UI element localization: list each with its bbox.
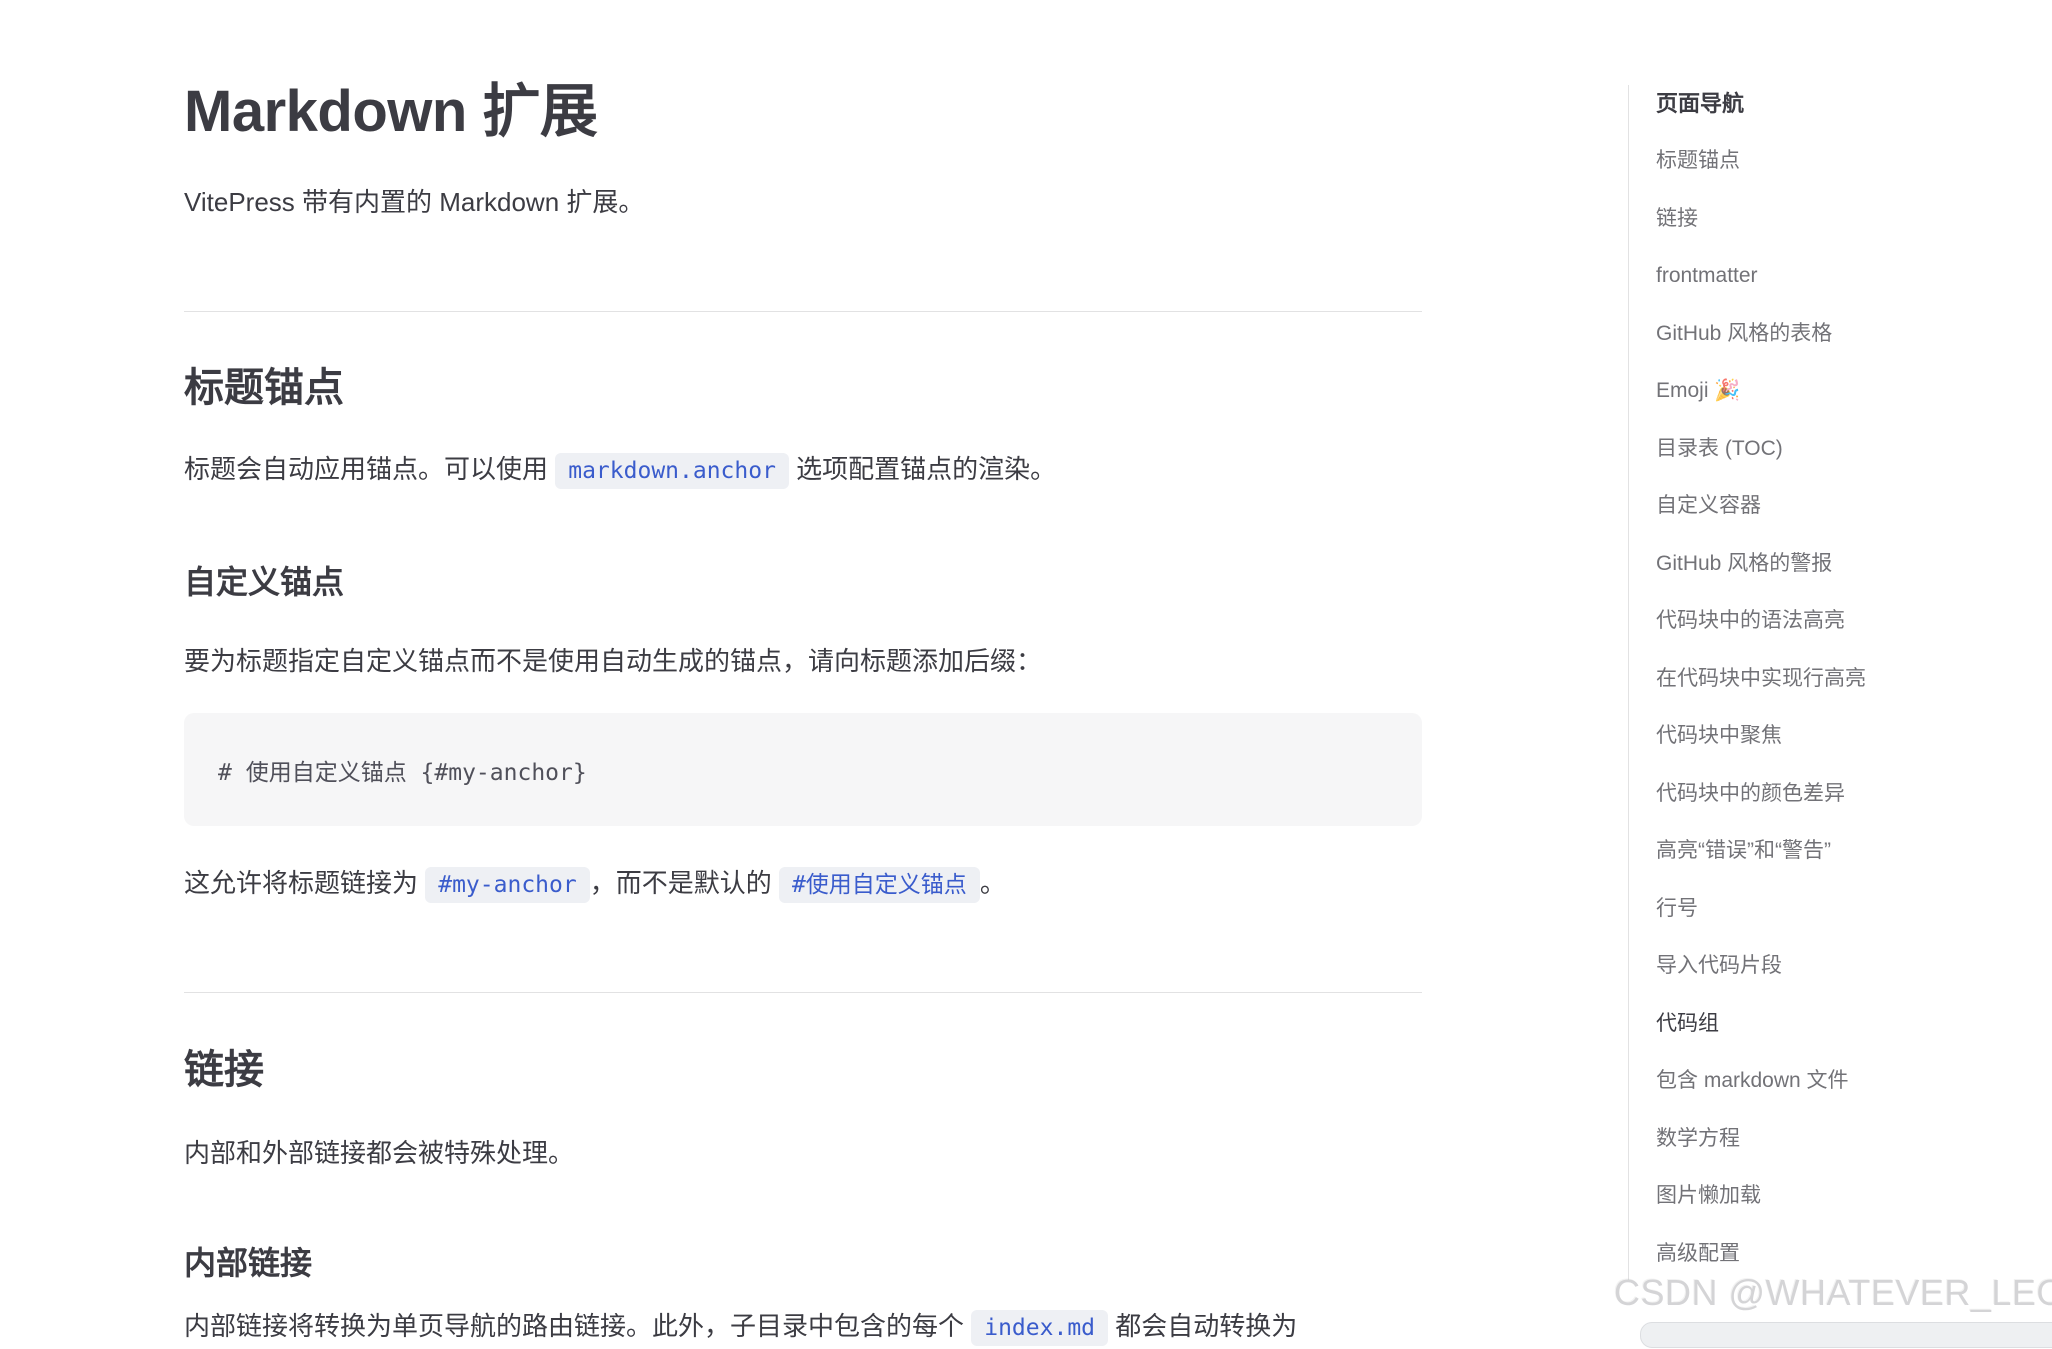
code-block-content: # 使用自定义锚点 {#my-anchor} bbox=[218, 753, 587, 787]
outline-item: 代码块中的语法高亮 bbox=[1656, 592, 2052, 650]
page-title: Markdown 扩展 bbox=[184, 76, 1422, 148]
outline-item: 目录表 (TOC) bbox=[1656, 420, 2052, 478]
outline-link[interactable]: GitHub 风格的警报 bbox=[1656, 535, 2052, 593]
outline-item: 链接 bbox=[1656, 190, 2052, 248]
outline-item: 导入代码片段 bbox=[1656, 937, 2052, 995]
custom-anchors-paragraph: 要为标题指定自定义锚点而不是使用自动生成的锚点，请向标题添加后缀： bbox=[184, 640, 1422, 682]
outline-link[interactable]: 导入代码片段 bbox=[1656, 937, 2052, 995]
heading-custom-anchors: 自定义锚点 bbox=[184, 560, 1422, 604]
outline-item: 代码块中的颜色差异 bbox=[1656, 765, 2052, 823]
code-block[interactable]: # 使用自定义锚点 {#my-anchor} bbox=[184, 713, 1422, 826]
inline-code-link[interactable]: markdown.anchor bbox=[555, 453, 789, 489]
outline-title: 页面导航 bbox=[1656, 85, 2052, 123]
outline-item: 代码组 bbox=[1656, 995, 2052, 1053]
watermark: CSDN @WHATEVER_LEO bbox=[1614, 1272, 2052, 1314]
text-run: 都会自动转换为 bbox=[1108, 1311, 1297, 1341]
outline-link[interactable]: 代码块中聚焦 bbox=[1656, 707, 2052, 765]
outline-item: 包含 markdown 文件 bbox=[1656, 1052, 2052, 1110]
outline-link[interactable]: 标题锚点 bbox=[1656, 132, 2052, 190]
intro-paragraph: VitePress 带有内置的 Markdown 扩展。 bbox=[184, 182, 1422, 222]
outline-link[interactable]: 高亮“错误”和“警告” bbox=[1656, 822, 2052, 880]
outline-link[interactable]: 链接 bbox=[1656, 190, 2052, 248]
outline-link[interactable]: GitHub 风格的表格 bbox=[1656, 305, 2052, 363]
internal-links-paragraph: 内部链接将转换为单页导航的路由链接。此外，子目录中包含的每个 index.md … bbox=[184, 1305, 1422, 1349]
outline-link[interactable]: 代码块中的语法高亮 bbox=[1656, 592, 2052, 650]
outline-link[interactable]: 包含 markdown 文件 bbox=[1656, 1052, 2052, 1110]
outline-link[interactable]: 在代码块中实现行高亮 bbox=[1656, 650, 2052, 708]
inline-code-default-anchor: #使用自定义锚点 bbox=[779, 867, 980, 903]
text-run: 选项配置锚点的渲染。 bbox=[789, 454, 1056, 484]
outline-item: GitHub 风格的警报 bbox=[1656, 535, 2052, 593]
text-run: 。 bbox=[980, 868, 1006, 898]
outline-link[interactable]: 代码组 bbox=[1656, 995, 2052, 1053]
heading-links: 链接 bbox=[184, 1044, 1422, 1096]
outline-link[interactable]: 代码块中的颜色差异 bbox=[1656, 765, 2052, 823]
outline-item: GitHub 风格的表格 bbox=[1656, 305, 2052, 363]
outline-link[interactable]: 目录表 (TOC) bbox=[1656, 420, 2052, 478]
heading-internal-links: 内部链接 bbox=[184, 1241, 1422, 1285]
outline-item: 在代码块中实现行高亮 bbox=[1656, 650, 2052, 708]
page-outline: 页面导航 标题锚点链接frontmatterGitHub 风格的表格Emoji … bbox=[1628, 85, 2052, 1282]
anchors-paragraph: 标题会自动应用锚点。可以使用 markdown.anchor 选项配置锚点的渲染… bbox=[184, 448, 1422, 492]
outline-list: 标题锚点链接frontmatterGitHub 风格的表格Emoji 🎉目录表 … bbox=[1656, 132, 2052, 1282]
outline-link[interactable]: frontmatter bbox=[1656, 247, 2052, 305]
links-paragraph: 内部和外部链接都会被特殊处理。 bbox=[184, 1132, 1422, 1174]
outline-link[interactable]: Emoji 🎉 bbox=[1656, 362, 2052, 420]
text-run: 这允许将标题链接为 bbox=[184, 868, 425, 898]
outline-item: 图片懒加载 bbox=[1656, 1167, 2052, 1225]
outline-item: 代码块中聚焦 bbox=[1656, 707, 2052, 765]
outline-item: 标题锚点 bbox=[1656, 132, 2052, 190]
outline-link[interactable]: 行号 bbox=[1656, 880, 2052, 938]
section-divider bbox=[184, 311, 1422, 312]
heading-anchors: 标题锚点 bbox=[184, 362, 1422, 414]
text-run: 内部链接将转换为单页导航的路由链接。此外，子目录中包含的每个 bbox=[184, 1311, 971, 1341]
text-run: 标题会自动应用锚点。可以使用 bbox=[184, 454, 555, 484]
section-divider bbox=[184, 992, 1422, 993]
outline-item: 高亮“错误”和“警告” bbox=[1656, 822, 2052, 880]
outline-item: 行号 bbox=[1656, 880, 2052, 938]
outline-link[interactable]: 自定义容器 bbox=[1656, 477, 2052, 535]
inline-code-index-md: index.md bbox=[971, 1310, 1108, 1346]
outline-link[interactable]: 图片懒加载 bbox=[1656, 1167, 2052, 1225]
outline-item: 自定义容器 bbox=[1656, 477, 2052, 535]
outline-item: Emoji 🎉 bbox=[1656, 362, 2052, 420]
anchor-link-paragraph: 这允许将标题链接为 #my-anchor，而不是默认的 #使用自定义锚点。 bbox=[184, 862, 1422, 906]
outline-item: frontmatter bbox=[1656, 247, 2052, 305]
inline-code-my-anchor: #my-anchor bbox=[425, 867, 589, 903]
doc-content: Markdown 扩展 VitePress 带有内置的 Markdown 扩展。… bbox=[184, 0, 1422, 1330]
text-run: ，而不是默认的 bbox=[590, 868, 779, 898]
outline-item: 数学方程 bbox=[1656, 1110, 2052, 1168]
outline-link[interactable]: 数学方程 bbox=[1656, 1110, 2052, 1168]
bottom-bar bbox=[1640, 1322, 2052, 1348]
